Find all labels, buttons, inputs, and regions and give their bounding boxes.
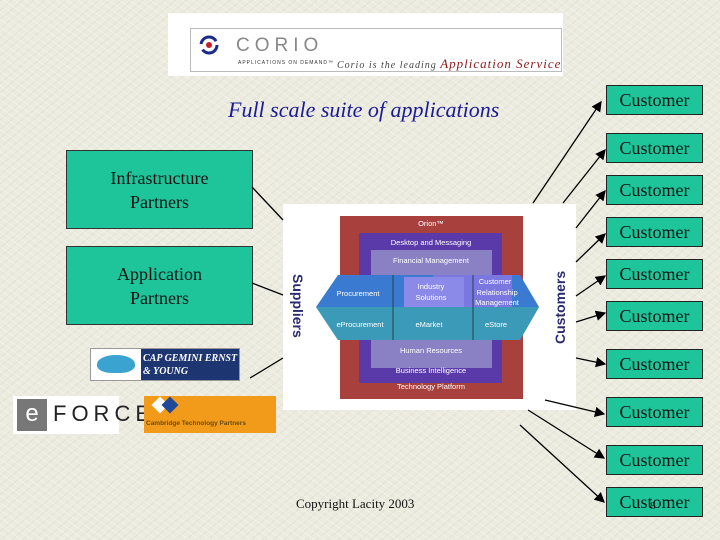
customer-box: Customer [606,133,703,163]
page-number: 8 [650,500,656,512]
copyright: Copyright Lacity 2003 [296,496,415,511]
customer-box: Customer [606,301,703,331]
customer-box: Customer [606,259,703,289]
customer-box: Customer [606,175,703,205]
customer-box: Customer [606,85,703,115]
customer-box: Customer [606,397,703,427]
customer-box: Customer [606,217,703,247]
customer-box: Customer [606,349,703,379]
customer-box: Customer [606,445,703,475]
